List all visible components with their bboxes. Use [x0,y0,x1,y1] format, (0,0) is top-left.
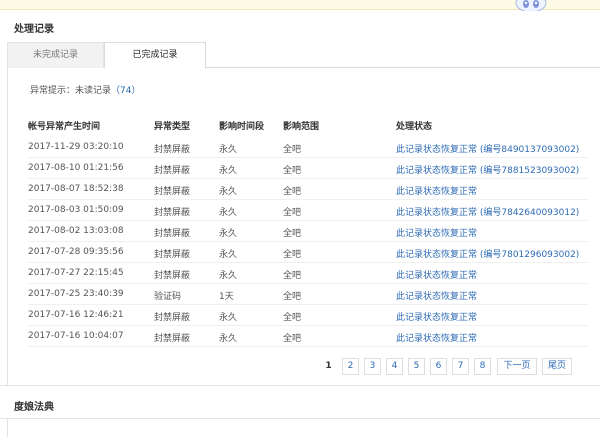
cell-duration: 永久 [219,145,238,155]
cell-status-link[interactable]: 此记录状态恢复正常 (编号8490137093002) [396,142,579,155]
page-7-button[interactable]: 7 [452,358,469,375]
cell-time: 2017-07-28 09:35:56 [28,247,124,257]
cell-status-link[interactable]: 此记录状态恢复正常 (编号7801296093002) [396,247,579,260]
unread-hint-label: 异常提示：未读记录 [30,86,112,96]
cell-type: 封禁屏蔽 [154,187,191,197]
cell-type: 封禁屏蔽 [154,229,191,239]
footer-section-title: 度娘法典 [14,402,54,413]
pagination: 1 2 3 4 5 6 7 8 下一页 尾页 [0,358,600,375]
column-header-status: 处理状态 [396,122,433,132]
tab-unfinished-records[interactable]: 未完成记录 [7,42,104,68]
table-row: 2017-07-27 22:15:45 封禁屏蔽 永久 全吧 此记录状态恢复正常 [28,263,588,284]
cell-time: 2017-08-02 13:03:08 [28,226,124,236]
table-row: 2017-07-16 12:46:21 封禁屏蔽 永久 全吧 此记录状态恢复正常 [28,305,588,326]
cell-time: 2017-07-27 22:15:45 [28,268,124,278]
mascot-icon [515,0,547,11]
cell-time: 2017-08-03 01:50:09 [28,205,124,215]
page-3-button[interactable]: 3 [364,358,381,375]
cell-status-link[interactable]: 此记录状态恢复正常 (编号7881523093002) [396,163,579,176]
cell-duration: 永久 [219,313,238,323]
column-header-type: 异常类型 [154,122,191,132]
cell-scope: 全吧 [283,187,302,197]
page-1-current: 1 [320,358,337,375]
cell-time: 2017-11-29 03:20:10 [28,142,124,152]
cell-scope: 全吧 [283,271,302,281]
cell-time: 2017-07-16 10:04:07 [28,331,124,341]
cell-duration: 永久 [219,334,238,344]
section-title: 处理记录 [14,24,54,35]
page-4-button[interactable]: 4 [386,358,403,375]
cell-status-link[interactable]: 此记录状态恢复正常 [396,268,477,281]
last-page-button[interactable]: 尾页 [542,358,572,375]
top-banner [0,0,600,10]
cell-duration: 1天 [219,292,234,302]
cell-time: 2017-08-07 18:52:38 [28,184,124,194]
cell-duration: 永久 [219,187,238,197]
tab-bar: 未完成记录 已完成记录 [7,42,600,69]
cell-type: 封禁屏蔽 [154,208,191,218]
cell-type: 封禁屏蔽 [154,250,191,260]
cell-time: 2017-07-25 23:40:39 [28,289,124,299]
page-6-button[interactable]: 6 [430,358,447,375]
section-divider [0,385,600,386]
cell-scope: 全吧 [283,229,302,239]
cell-status-link[interactable]: 此记录状态恢复正常 [396,331,477,344]
cell-duration: 永久 [219,271,238,281]
table-row: 2017-11-29 03:20:10 封禁屏蔽 永久 全吧 此记录状态恢复正常… [28,137,588,158]
cell-scope: 全吧 [283,166,302,176]
cell-duration: 永久 [219,208,238,218]
table-row: 2017-07-16 10:04:07 封禁屏蔽 永久 全吧 此记录状态恢复正常 [28,326,588,347]
cell-status-link[interactable]: 此记录状态恢复正常 (编号7842640093012) [396,205,579,218]
cell-scope: 全吧 [283,334,302,344]
cell-scope: 全吧 [283,208,302,218]
cell-status-link[interactable]: 此记录状态恢复正常 [396,310,477,323]
page-5-button[interactable]: 5 [408,358,425,375]
cell-type: 验证码 [154,292,182,302]
cell-scope: 全吧 [283,250,302,260]
cell-time: 2017-07-16 12:46:21 [28,310,124,320]
cell-type: 封禁屏蔽 [154,166,191,176]
unread-count[interactable]: （74） [111,86,140,96]
unread-hint: 异常提示：未读记录（74） [30,83,140,96]
column-header-duration: 影响时间段 [219,122,265,132]
cell-scope: 全吧 [283,313,302,323]
table-row: 2017-07-25 23:40:39 验证码 1天 全吧 此记录状态恢复正常 [28,284,588,305]
column-header-time: 帐号异常产生时间 [28,122,101,132]
footer-panel [7,418,600,437]
cell-type: 封禁屏蔽 [154,313,191,323]
tab-finished-records[interactable]: 已完成记录 [104,42,206,69]
next-page-button[interactable]: 下一页 [497,358,537,375]
cell-duration: 永久 [219,250,238,260]
cell-duration: 永久 [219,229,238,239]
table-row: 2017-08-03 01:50:09 封禁屏蔽 永久 全吧 此记录状态恢复正常… [28,200,588,221]
cell-time: 2017-08-10 01:21:56 [28,163,124,173]
cell-status-link[interactable]: 此记录状态恢复正常 [396,184,477,197]
cell-type: 封禁屏蔽 [154,334,191,344]
table-row: 2017-08-07 18:52:38 封禁屏蔽 永久 全吧 此记录状态恢复正常 [28,179,588,200]
cell-duration: 永久 [219,166,238,176]
table-row: 2017-07-28 09:35:56 封禁屏蔽 永久 全吧 此记录状态恢复正常… [28,242,588,263]
page-2-button[interactable]: 2 [342,358,359,375]
column-header-scope: 影响范围 [283,122,320,132]
table-row: 2017-08-10 01:21:56 封禁屏蔽 永久 全吧 此记录状态恢复正常… [28,158,588,179]
page-8-button[interactable]: 8 [474,358,491,375]
cell-status-link[interactable]: 此记录状态恢复正常 [396,289,477,302]
cell-type: 封禁屏蔽 [154,271,191,281]
cell-scope: 全吧 [283,145,302,155]
cell-type: 封禁屏蔽 [154,145,191,155]
cell-scope: 全吧 [283,292,302,302]
cell-status-link[interactable]: 此记录状态恢复正常 [396,226,477,239]
table-row: 2017-08-02 13:03:08 封禁屏蔽 永久 全吧 此记录状态恢复正常 [28,221,588,242]
